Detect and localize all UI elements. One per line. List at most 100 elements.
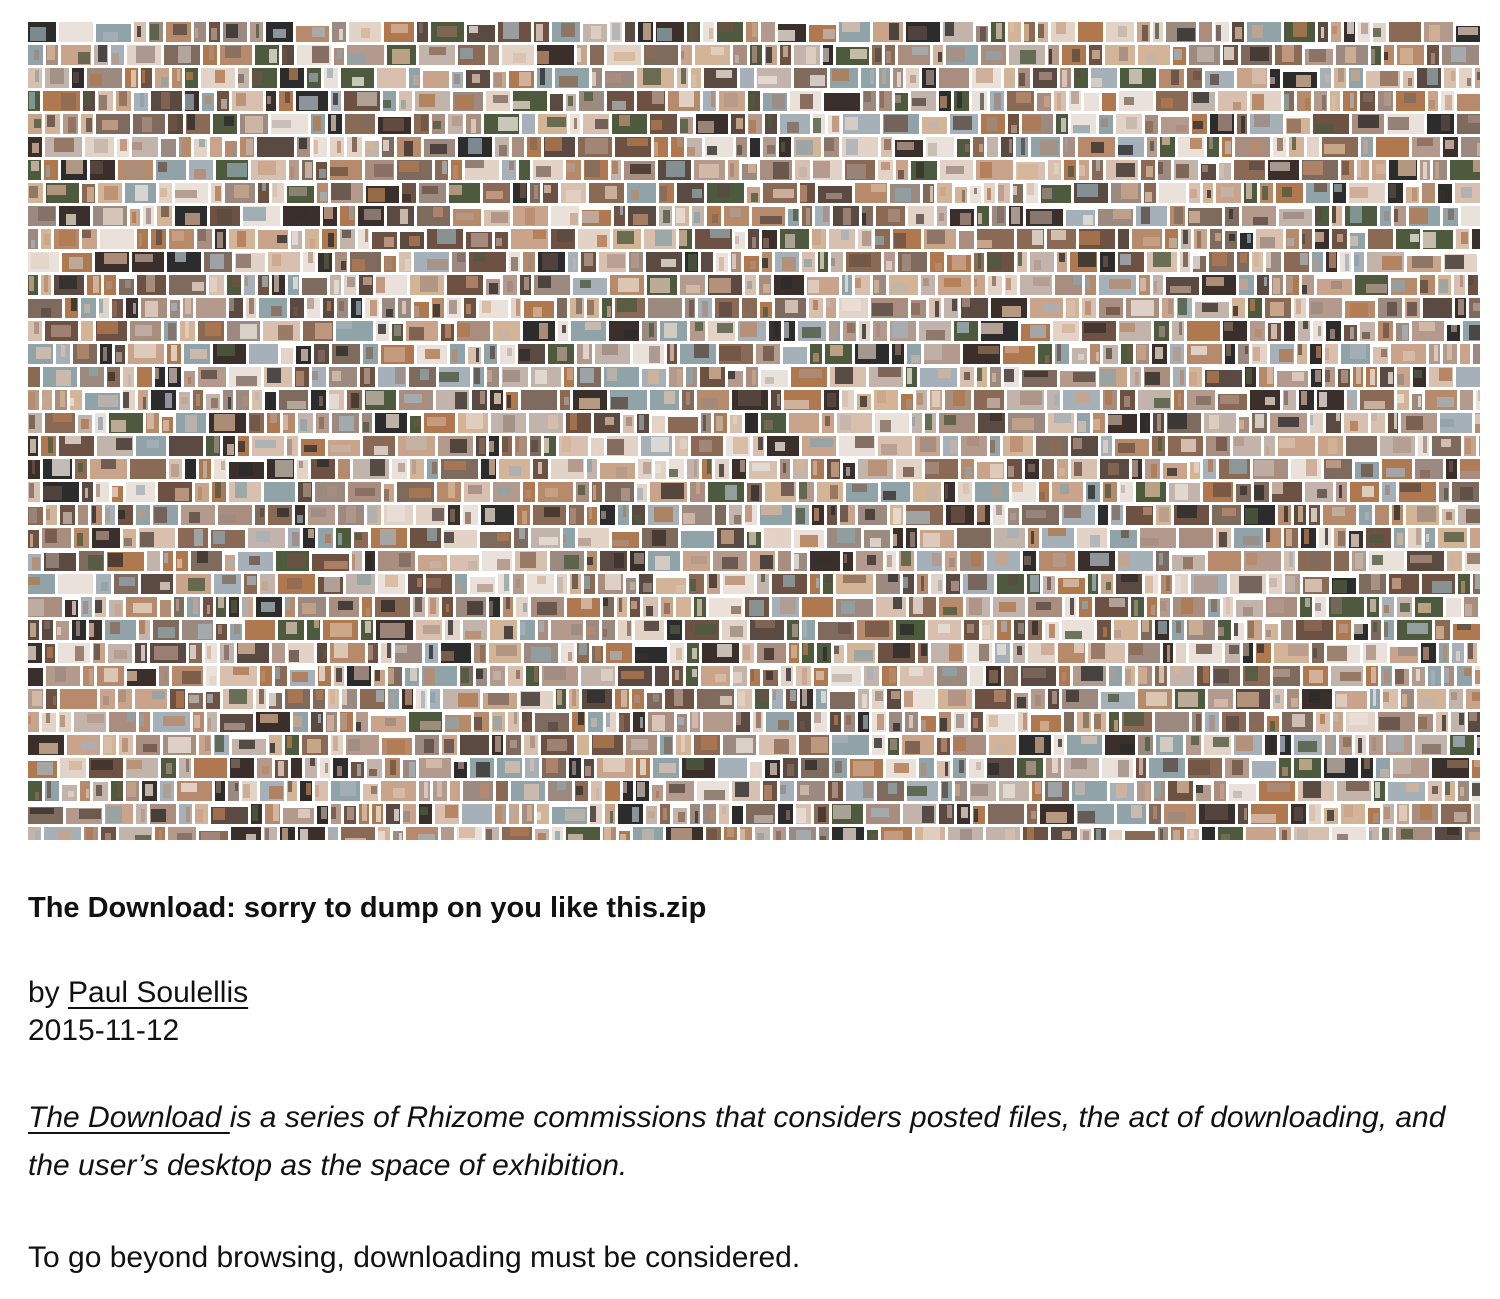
mosaic-thumbnail bbox=[295, 367, 309, 387]
mosaic-thumbnail bbox=[685, 298, 695, 318]
mosaic-thumbnail bbox=[1397, 804, 1409, 824]
mosaic-thumbnail bbox=[1071, 114, 1096, 134]
mosaic-thumbnail bbox=[302, 278, 327, 295]
mosaic-thumbnail bbox=[606, 643, 632, 663]
mosaic-thumbnail bbox=[97, 666, 124, 686]
mosaic-thumbnail bbox=[802, 597, 833, 617]
mosaic-thumbnail bbox=[350, 252, 381, 272]
mosaic-thumbnail bbox=[107, 367, 120, 387]
mosaic-thumbnail bbox=[542, 666, 578, 686]
mosaic-thumbnail bbox=[1344, 325, 1357, 341]
mosaic-thumbnail bbox=[659, 206, 672, 226]
mosaic-thumbnail bbox=[1039, 482, 1049, 502]
mosaic-thumbnail bbox=[206, 692, 220, 709]
mosaic-thumbnail bbox=[1401, 689, 1414, 709]
mosaic-thumbnail bbox=[571, 321, 606, 341]
mosaic-thumbnail bbox=[163, 735, 196, 755]
mosaic-thumbnail bbox=[917, 574, 928, 594]
mosaic-thumbnail bbox=[168, 367, 181, 387]
mosaic-thumbnail bbox=[116, 91, 131, 111]
mosaic-thumbnail bbox=[176, 574, 211, 594]
mosaic-thumbnail bbox=[489, 597, 500, 617]
mosaic-thumbnail bbox=[28, 137, 42, 157]
intro-paragraph: The Download is a series of Rhizome comm… bbox=[28, 1094, 1448, 1190]
mosaic-thumbnail bbox=[264, 482, 295, 502]
mosaic-thumbnail bbox=[584, 759, 594, 778]
mosaic-thumbnail bbox=[1299, 390, 1314, 410]
mosaic-thumbnail bbox=[1132, 459, 1142, 479]
mosaic-thumbnail bbox=[267, 413, 280, 433]
mosaic-thumbnail bbox=[842, 137, 878, 157]
mosaic-thumbnail bbox=[697, 781, 729, 801]
mosaic-thumbnail bbox=[954, 91, 969, 111]
mosaic-thumbnail bbox=[1147, 252, 1177, 272]
mosaic-thumbnail bbox=[577, 735, 589, 755]
mosaic-thumbnail bbox=[1193, 256, 1206, 272]
mosaic-thumbnail bbox=[28, 22, 56, 42]
mosaic-thumbnail bbox=[1294, 758, 1321, 778]
mosaic-thumbnail bbox=[881, 482, 910, 502]
mosaic-thumbnail bbox=[946, 505, 974, 525]
mosaic-thumbnail bbox=[489, 643, 521, 663]
mosaic-thumbnail bbox=[195, 804, 208, 824]
mosaic-thumbnail bbox=[1354, 624, 1368, 640]
mosaic-thumbnail bbox=[223, 22, 247, 42]
mosaic-thumbnail bbox=[802, 436, 836, 456]
mosaic-thumbnail bbox=[349, 22, 381, 42]
mosaic-thumbnail bbox=[661, 597, 673, 617]
mosaic-thumbnail bbox=[1475, 68, 1480, 88]
mosaic-thumbnail bbox=[81, 114, 93, 134]
mosaic-thumbnail bbox=[1022, 505, 1059, 525]
mosaic-thumbnail bbox=[1252, 252, 1263, 272]
mosaic-thumbnail bbox=[1225, 231, 1237, 249]
mosaic-thumbnail bbox=[1026, 183, 1038, 203]
mosaic-thumbnail bbox=[293, 712, 308, 732]
mosaic-thumbnail bbox=[298, 482, 312, 502]
mosaic-thumbnail bbox=[567, 598, 600, 617]
mosaic-thumbnail bbox=[130, 321, 161, 341]
mosaic-thumbnail bbox=[378, 574, 405, 594]
author-link[interactable]: Paul Soulellis bbox=[68, 976, 248, 1009]
mosaic-thumbnail bbox=[1303, 577, 1329, 594]
mosaic-thumbnail bbox=[384, 505, 413, 525]
mosaic-thumbnail bbox=[1415, 459, 1443, 479]
mosaic-thumbnail bbox=[1023, 827, 1048, 840]
mosaic-thumbnail bbox=[503, 275, 517, 295]
mosaic-thumbnail bbox=[1319, 528, 1331, 548]
mosaic-thumbnail bbox=[168, 827, 196, 840]
mosaic-thumbnail bbox=[1017, 252, 1027, 272]
mosaic-thumbnail bbox=[740, 68, 754, 88]
mosaic-thumbnail bbox=[959, 231, 974, 249]
mosaic-thumbnail bbox=[810, 574, 820, 594]
mosaic-thumbnail bbox=[483, 693, 517, 709]
mosaic-thumbnail bbox=[920, 368, 957, 387]
mosaic-thumbnail bbox=[650, 114, 677, 134]
mosaic-thumbnail bbox=[1438, 275, 1451, 295]
mosaic-thumbnail bbox=[244, 574, 257, 594]
mosaic-thumbnail bbox=[1456, 26, 1480, 42]
mosaic-thumbnail bbox=[1382, 827, 1393, 840]
mosaic-thumbnail bbox=[990, 436, 1000, 456]
mosaic-thumbnail bbox=[992, 206, 1006, 226]
mosaic-thumbnail bbox=[1247, 22, 1281, 42]
mosaic-thumbnail bbox=[1240, 233, 1253, 249]
the-download-link[interactable]: The Download bbox=[28, 1101, 230, 1134]
mosaic-thumbnail bbox=[660, 321, 687, 341]
mosaic-thumbnail bbox=[44, 827, 81, 840]
mosaic-thumbnail bbox=[419, 781, 430, 801]
mosaic-thumbnail bbox=[1474, 804, 1480, 824]
mosaic-thumbnail bbox=[375, 413, 407, 433]
mosaic-thumbnail bbox=[159, 666, 169, 686]
mosaic-thumbnail bbox=[1111, 505, 1123, 525]
mosaic-thumbnail bbox=[1158, 160, 1171, 180]
mosaic-thumbnail bbox=[881, 827, 912, 840]
mosaic-thumbnail bbox=[605, 71, 634, 88]
mosaic-thumbnail bbox=[251, 804, 262, 824]
mosaic-thumbnail bbox=[763, 670, 778, 686]
mosaic-thumbnail bbox=[890, 184, 920, 203]
mosaic-thumbnail bbox=[266, 91, 276, 111]
mosaic-thumbnail bbox=[1210, 114, 1234, 134]
mosaic-thumbnail bbox=[1098, 209, 1133, 226]
mosaic-thumbnail bbox=[939, 91, 951, 111]
mosaic-thumbnail bbox=[1018, 68, 1030, 88]
